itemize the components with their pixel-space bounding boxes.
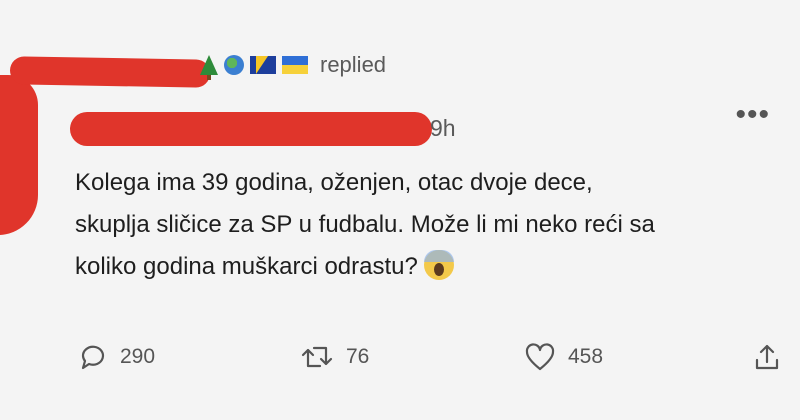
reply-button[interactable]: 290 [78, 342, 155, 372]
flag-bosnia-icon [250, 56, 276, 74]
tweet-text-line: koliko godina muškarci odrastu? [75, 246, 800, 288]
share-button[interactable] [752, 342, 782, 372]
redaction-mark [70, 112, 432, 146]
retweet-button[interactable]: 76 [300, 342, 369, 372]
retweet-count: 76 [346, 345, 370, 368]
tweet-actions: 290 76 458 [0, 342, 800, 382]
redaction-mark [9, 56, 211, 88]
like-count: 458 [568, 345, 604, 368]
tweet-time[interactable]: 9h [430, 115, 456, 142]
flag-ukraine-icon [282, 56, 308, 74]
tweet-text-fragment: koliko godina muškarci odrastu? [75, 253, 418, 280]
replied-label: replied [320, 52, 387, 77]
share-icon [755, 344, 779, 370]
redaction-mark [0, 75, 38, 235]
like-button[interactable]: 458 [524, 342, 603, 372]
retweet-icon [301, 346, 333, 368]
more-icon[interactable]: ••• [735, 98, 770, 132]
heart-icon [525, 343, 555, 371]
tree-icon [200, 55, 218, 80]
scream-emoji-icon [423, 250, 454, 280]
tweet-text-line: skuplja sličice za SP u fudbalu. Može li… [75, 211, 655, 238]
tweet-text: Kolega ima 39 godina, oženjen, otac dvoj… [75, 162, 800, 288]
tweet-text-line: Kolega ima 39 godina, oženjen, otac dvoj… [75, 169, 593, 196]
retweeter-row: replied [200, 52, 387, 80]
reply-count: 290 [120, 345, 156, 368]
reply-icon [81, 345, 105, 370]
globe-icon [224, 55, 244, 75]
